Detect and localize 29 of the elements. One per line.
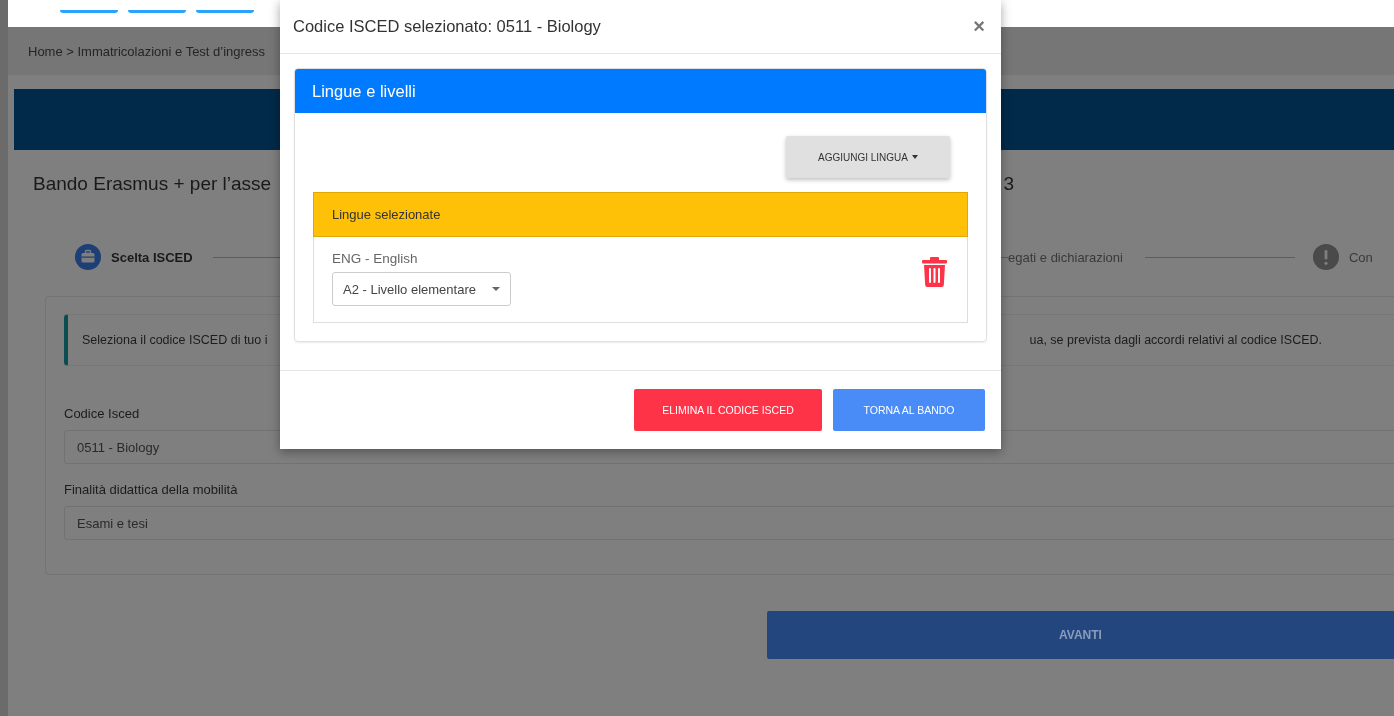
input-field[interactable]: Esami e tesi: [64, 506, 1394, 540]
back-button[interactable]: TORNA AL BANDO: [833, 389, 985, 431]
notice-text: ua, se prevista dagli accordi relativi al codice ISCED.: [1029, 333, 1322, 347]
page-title: Bando Erasmus + per l’asse: [33, 173, 272, 195]
briefcase-icon: [75, 244, 101, 270]
next-button[interactable]: AVANTI: [767, 611, 1394, 659]
step-label[interactable]: egati e dichiarazioni: [1008, 249, 1123, 265]
trash-icon[interactable]: [922, 256, 947, 287]
tab-edge[interactable]: [128, 10, 186, 13]
caret-icon: [492, 287, 500, 291]
tab-edge[interactable]: [60, 10, 118, 13]
caret-icon: [912, 155, 918, 159]
field-label: Finalità didattica della mobilità: [64, 482, 238, 497]
add-language-button[interactable]: AGGIUNGI LINGUA: [786, 136, 950, 178]
delete-button[interactable]: ELIMINA IL CODICE ISCED: [634, 389, 822, 431]
notice-text: Seleziona il codice ISCED di tuo i: [82, 333, 268, 347]
panel-header: Lingue e livelli: [295, 69, 986, 113]
step-label[interactable]: Scelta ISCED: [111, 249, 193, 265]
close-button[interactable]: ×: [969, 15, 989, 38]
language-name: ENG - English: [332, 251, 419, 266]
modal-title: Codice ISCED selezionato: 0511 - Biology: [293, 17, 601, 36]
exclamation-icon: [1312, 244, 1339, 270]
field-label: Codice Isced: [64, 406, 140, 421]
page-title: 3: [1003, 173, 1014, 195]
breadcrumb[interactable]: Home > Immatricolazioni e Test d’ingress: [28, 43, 266, 59]
section-header: Lingue selezionate: [313, 192, 968, 237]
step-label[interactable]: Con: [1348, 249, 1373, 265]
tab-edge[interactable]: [196, 10, 254, 13]
level-dropdown[interactable]: A2 - Livello elementare: [332, 272, 511, 306]
